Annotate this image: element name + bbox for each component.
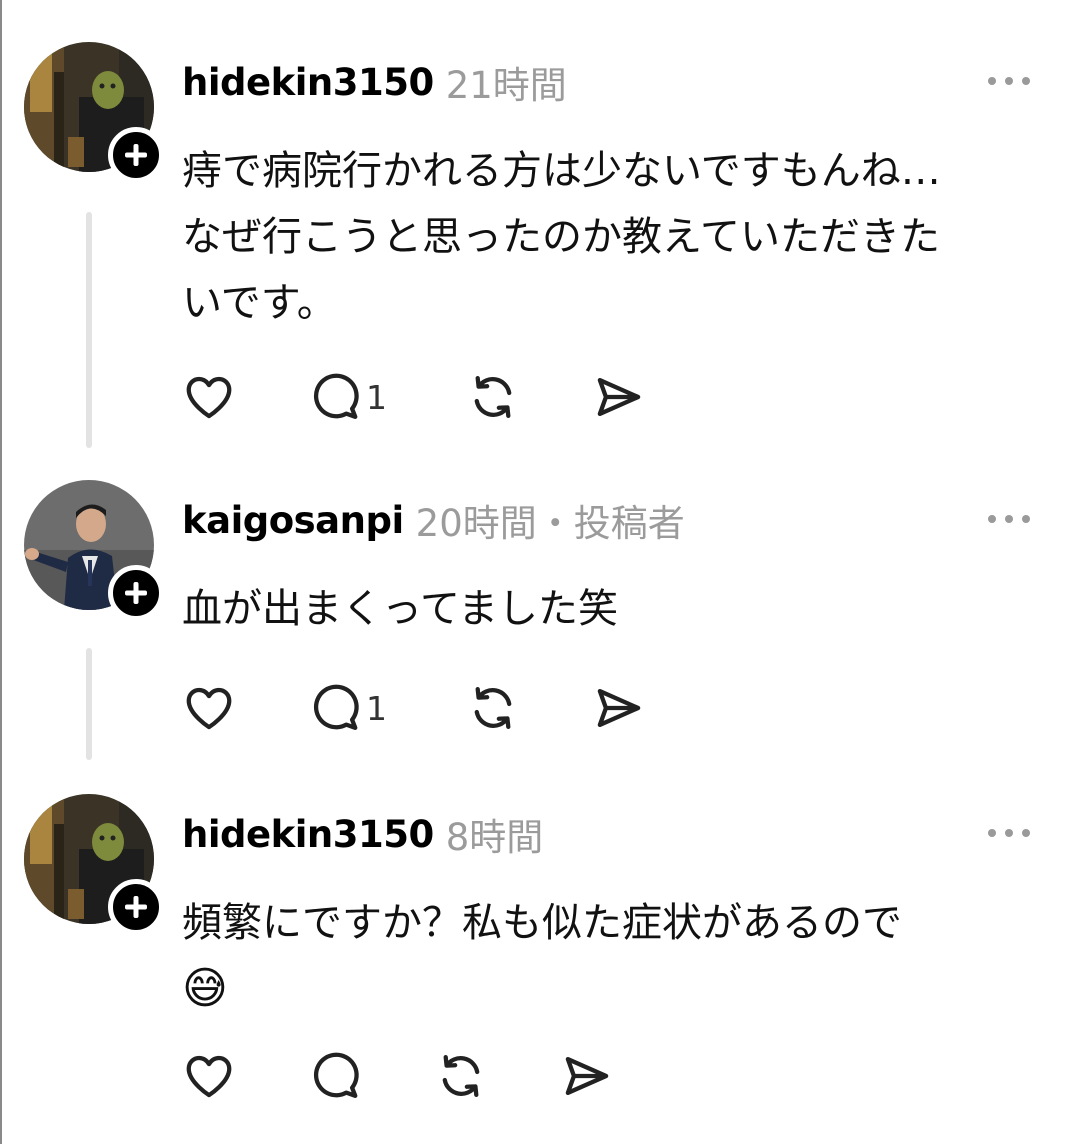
action-bar: 1 [182, 367, 672, 427]
send-icon [597, 377, 641, 417]
thread-line [86, 212, 92, 448]
follow-plus-button[interactable] [108, 127, 164, 183]
post-text-line: 頻繁にですか？私も似た症状があるので [182, 900, 902, 946]
heart-icon [186, 376, 232, 419]
heart-icon [186, 687, 232, 730]
post-text: 頻繁にですか？私も似た症状があるので 😅 [182, 890, 1042, 1022]
post-text-line: いです。 [182, 280, 337, 326]
more-dots-icon[interactable] [988, 498, 1030, 540]
follow-plus-button[interactable] [108, 879, 164, 935]
post-3: hidekin3150 8時間 頻繁にですか？私も似た症状があるので 😅 [0, 794, 1080, 1139]
send-icon [597, 688, 641, 728]
action-bar [182, 1046, 640, 1106]
reply-count: 1 [366, 688, 387, 728]
repost-button[interactable] [466, 678, 592, 738]
send-icon [565, 1056, 609, 1096]
repost-icon [474, 686, 512, 730]
share-button[interactable] [592, 367, 672, 427]
timestamp: 8時間 [445, 816, 544, 859]
sweat-smile-emoji: 😅 [182, 963, 228, 1014]
share-button[interactable] [560, 1046, 640, 1106]
like-button[interactable] [182, 367, 308, 427]
post-header: kaigosanpi 20時間・投稿者 [182, 490, 685, 550]
reply-button[interactable] [308, 1046, 434, 1106]
thread-line [86, 648, 92, 760]
comment-icon [313, 1052, 359, 1098]
like-button[interactable] [182, 678, 308, 738]
comment-icon [313, 373, 359, 419]
post-1: hidekin3150 21時間 痔で病院行かれる方は少ないですもんね… なぜ行… [0, 42, 1080, 452]
post-header: hidekin3150 21時間 [182, 52, 567, 112]
post-header: hidekin3150 8時間 [182, 804, 543, 864]
share-button[interactable] [592, 678, 672, 738]
post-text: 痔で病院行かれる方は少ないですもんね… なぜ行こうと思ったのか教えていただきた … [182, 138, 1042, 336]
more-dots-icon[interactable] [988, 812, 1030, 854]
timestamp: 21時間 [445, 64, 567, 107]
action-bar: 1 [182, 678, 672, 738]
username[interactable]: hidekin3150 [182, 61, 434, 104]
post-text: 血が出まくってました笑 [182, 576, 1042, 642]
post-text-line: 血が出まくってました笑 [182, 586, 618, 632]
comment-icon [313, 684, 359, 730]
more-dots-icon[interactable] [988, 60, 1030, 102]
repost-button[interactable] [466, 367, 592, 427]
username[interactable]: hidekin3150 [182, 813, 434, 856]
post-text-line: 痔で病院行かれる方は少ないですもんね… [182, 148, 941, 194]
reply-count: 1 [366, 377, 387, 417]
like-button[interactable] [182, 1046, 308, 1106]
reply-button[interactable]: 1 [308, 367, 466, 427]
follow-plus-button[interactable] [108, 565, 164, 621]
post-text-line: なぜ行こうと思ったのか教えていただきた [182, 214, 940, 260]
repost-icon [442, 1054, 480, 1098]
repost-icon [474, 375, 512, 419]
post-2: kaigosanpi 20時間・投稿者 血が出まくってました笑 1 [0, 480, 1080, 770]
username[interactable]: kaigosanpi [182, 499, 404, 542]
repost-button[interactable] [434, 1046, 560, 1106]
timestamp: 20時間・投稿者 [415, 502, 685, 545]
reply-button[interactable]: 1 [308, 678, 466, 738]
heart-icon [186, 1055, 232, 1098]
